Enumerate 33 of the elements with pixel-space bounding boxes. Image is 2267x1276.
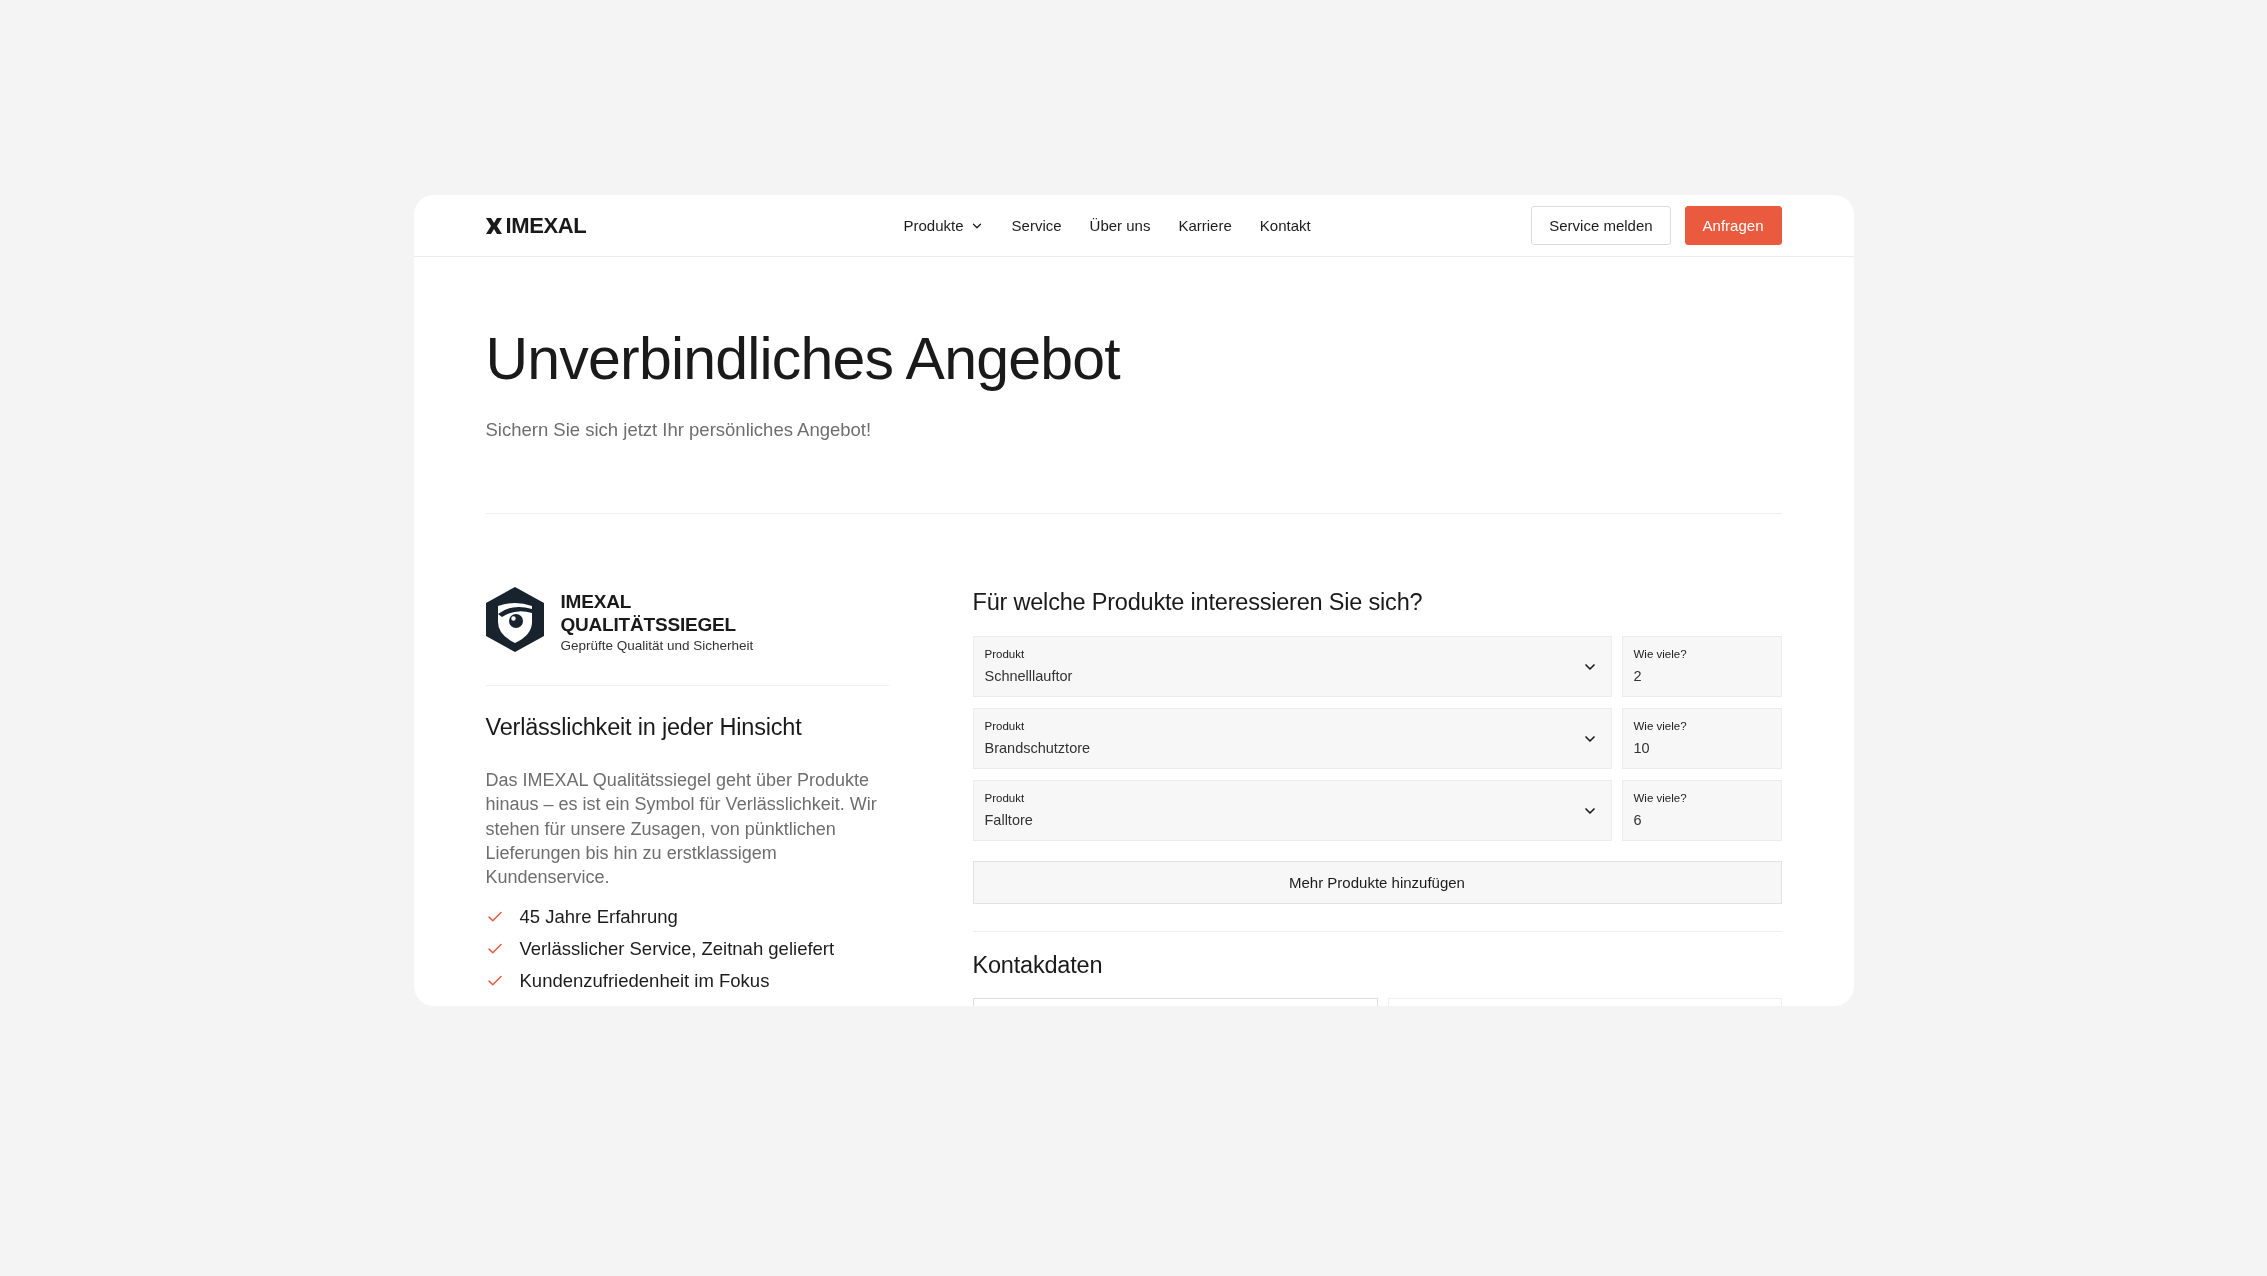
product-select[interactable]: Produkt Brandschutztore <box>972 708 1612 769</box>
feature-text: Kundenzufriedenheit im Fokus <box>519 969 770 994</box>
field-label: Produkt <box>984 719 1025 733</box>
quantity-field[interactable]: Wie viele? 10 <box>1621 708 1782 769</box>
service-report-button[interactable]: Service melden <box>1531 206 1671 245</box>
page-title: Unverbindliches Angebot <box>485 325 1122 394</box>
quantity-field[interactable]: Wie viele? 6 <box>1621 780 1782 841</box>
field-label: Produkt <box>984 791 1025 805</box>
seal-tagline: Geprüfte Qualität und Sicherheit <box>560 637 754 655</box>
quantity-field[interactable]: Wie viele? 2 <box>1621 636 1782 697</box>
logo-text[interactable]: IMEXAL <box>505 212 587 239</box>
nav-link[interactable]: Über uns <box>1089 217 1151 234</box>
product-select[interactable]: Produkt Schnelllauftor <box>972 636 1612 697</box>
nav-link[interactable]: Kontakt <box>1259 217 1311 234</box>
add-products-button[interactable]: Mehr Produkte hinzufügen <box>972 861 1782 904</box>
form-heading: Für welche Produkte interessieren Sie sich? <box>972 588 1424 617</box>
description-text: Das IMEXAL Qualitätssiegel geht über Produkte hinaus – es ist ein Symbol für Verlässlichkeit. Wir stehen für unsere Zusagen, von pünktlichen Lieferungen bis hin zu erstklassigem Kundenservice. <box>485 769 878 890</box>
field-label: Produkt <box>984 647 1025 661</box>
feature-text: Verlässlicher Service, Zeitnah geliefert <box>519 937 835 962</box>
section-heading: Verlässlichkeit in jeder Hinsicht <box>485 713 803 742</box>
logo-icon <box>485 217 502 234</box>
nav-link[interactable]: Karriere <box>1178 217 1232 234</box>
feature-text: 45 Jahre Erfahrung <box>519 905 678 930</box>
field-label: Wie viele? <box>1633 719 1687 733</box>
seal-title: IMEXAL QUALITÄTSSIEGEL <box>560 590 736 636</box>
nav-link[interactable]: Service <box>1011 217 1062 234</box>
field-label: Wie viele? <box>1633 647 1687 661</box>
page-subtitle: Sichern Sie sich jetzt Ihr persönliches Angebot! <box>485 418 873 442</box>
field-label: Wie viele? <box>1633 791 1687 805</box>
shield-eye-badge-icon <box>485 587 544 652</box>
nav-link[interactable]: Produkte <box>903 217 984 234</box>
section-heading: Kontakdaten <box>972 951 1104 980</box>
product-select[interactable]: Produkt Falltore <box>972 780 1612 841</box>
